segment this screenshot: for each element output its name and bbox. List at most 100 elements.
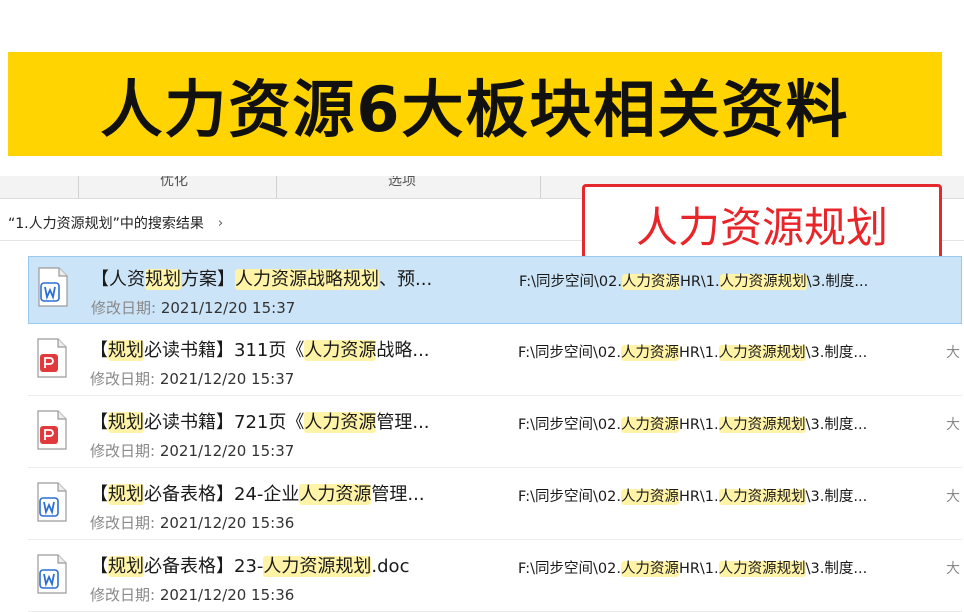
file-name[interactable]: 【规划必读书籍】721页《人力资源管理... bbox=[90, 408, 500, 434]
list-item[interactable]: 【规划必备表格】24-企业人力资源管理... 修改日期: 2021/12/20 1… bbox=[28, 472, 962, 540]
truncated-column: 大 bbox=[946, 345, 960, 361]
file-path: F:\同步空间\02.人力资源HR\1.人力资源规划\3.制度... bbox=[518, 341, 938, 362]
search-highlight: 人力资源 bbox=[235, 269, 307, 290]
modified-date-value: 2021/12/20 15:36 bbox=[159, 586, 295, 604]
search-highlight: 人力资源 bbox=[620, 345, 679, 361]
list-item[interactable]: 【规划必读书籍】721页《人力资源管理... 修改日期: 2021/12/20 1… bbox=[28, 400, 962, 468]
modified-date-value: 2021/12/20 15:37 bbox=[159, 370, 295, 388]
modified-date-value: 2021/12/20 15:37 bbox=[160, 299, 296, 317]
text-fragment: F:\同步空间\02. bbox=[519, 274, 622, 290]
text-fragment: \3.制度... bbox=[805, 345, 868, 361]
text-fragment: F:\同步空间\02. bbox=[518, 417, 621, 433]
text-fragment: \3.制度... bbox=[805, 417, 868, 433]
text-fragment: \3.制度... bbox=[805, 561, 868, 577]
callout-box: 人力资源规划 bbox=[582, 184, 942, 264]
text-fragment: HR\1. bbox=[678, 345, 719, 361]
modified-date: 修改日期: 2021/12/20 15:37 bbox=[91, 297, 295, 318]
ribbon-separator bbox=[276, 176, 277, 198]
callout-text: 人力资源规划 bbox=[635, 202, 888, 252]
search-highlight: 战略 bbox=[307, 269, 343, 290]
search-highlight: 规划 bbox=[108, 556, 144, 577]
file-path: F:\同步空间\02.人力资源HR\1.人力资源规划\3.制度... bbox=[518, 485, 938, 506]
text-fragment: .doc bbox=[371, 556, 410, 577]
text-fragment: HR\1. bbox=[678, 561, 719, 577]
search-highlight: 人力资源规划 bbox=[718, 561, 806, 577]
file-path: F:\同步空间\02.人力资源HR\1.人力资源规划\3.制度... bbox=[518, 557, 938, 578]
text-fragment: 必备表格】23- bbox=[144, 556, 264, 577]
title-banner: 人力资源6大板块相关资料 bbox=[8, 52, 942, 156]
text-fragment: 【 bbox=[90, 484, 108, 505]
modified-date-label: 修改日期: bbox=[90, 370, 160, 388]
text-fragment: F:\同步空间\02. bbox=[518, 561, 621, 577]
text-fragment: HR\1. bbox=[678, 489, 719, 505]
truncated-column: 大 bbox=[946, 489, 960, 505]
search-highlight: 规划 bbox=[108, 340, 144, 361]
search-highlight: 人力资源 bbox=[304, 412, 377, 433]
ribbon-separator bbox=[78, 176, 79, 198]
text-fragment: \3.制度... bbox=[805, 489, 868, 505]
word-doc-icon bbox=[36, 554, 68, 594]
text-fragment: HR\1. bbox=[679, 274, 720, 290]
list-item[interactable]: 【规划必读书籍】311页《人力资源战略... 修改日期: 2021/12/20 1… bbox=[28, 328, 962, 396]
truncated-column: 大 bbox=[946, 561, 960, 577]
text-fragment: 【人资 bbox=[91, 269, 145, 290]
text-fragment: 【 bbox=[90, 340, 108, 361]
text-fragment: 必读书籍】721页《 bbox=[144, 412, 305, 433]
ribbon-separator bbox=[540, 176, 541, 198]
text-fragment: 管理... bbox=[371, 484, 425, 505]
text-fragment: 必读书籍】311页《 bbox=[144, 340, 305, 361]
search-highlight: 人力资源 bbox=[304, 340, 377, 361]
file-name[interactable]: 【规划必备表格】24-企业人力资源管理... bbox=[90, 480, 500, 506]
modified-date: 修改日期: 2021/12/20 15:37 bbox=[90, 368, 294, 389]
modified-date-value: 2021/12/20 15:36 bbox=[159, 514, 295, 532]
modified-date-label: 修改日期: bbox=[90, 586, 160, 604]
file-name[interactable]: 【规划必备表格】23-人力资源规划.doc bbox=[90, 552, 500, 578]
modified-date: 修改日期: 2021/12/20 15:36 bbox=[90, 512, 294, 533]
search-highlight: 人力资源 bbox=[620, 417, 679, 433]
text-fragment: 必备表格】24-企业 bbox=[144, 484, 300, 505]
text-fragment: F:\同步空间\02. bbox=[518, 489, 621, 505]
search-highlight: 人力资源 bbox=[620, 489, 679, 505]
modified-date-label: 修改日期: bbox=[90, 514, 160, 532]
ribbon-tab-options[interactable]: 选项 bbox=[388, 176, 416, 190]
search-highlight: 人力资源规划 bbox=[718, 345, 806, 361]
truncated-column: 大 bbox=[946, 417, 960, 433]
text-fragment: 管理... bbox=[376, 412, 430, 433]
text-fragment: \3.制度... bbox=[806, 274, 869, 290]
text-fragment: 方案】 bbox=[181, 269, 235, 290]
search-highlight: 人力资源 bbox=[299, 484, 372, 505]
modified-date-value: 2021/12/20 15:37 bbox=[159, 442, 295, 460]
search-highlight: 人力资源规划 bbox=[718, 489, 806, 505]
list-item[interactable]: 【人资规划方案】人力资源战略规划、预... 修改日期: 2021/12/20 15… bbox=[28, 256, 962, 324]
search-highlight: 人力资源 bbox=[621, 274, 680, 290]
text-fragment: 【 bbox=[90, 556, 108, 577]
search-highlight: 规划 bbox=[108, 412, 144, 433]
search-highlight: 规划 bbox=[343, 269, 379, 290]
banner-title: 人力资源6大板块相关资料 bbox=[100, 73, 850, 146]
file-name[interactable]: 【规划必读书籍】311页《人力资源战略... bbox=[90, 336, 500, 362]
text-fragment: HR\1. bbox=[678, 417, 719, 433]
modified-date: 修改日期: 2021/12/20 15:37 bbox=[90, 440, 294, 461]
file-path: F:\同步空间\02.人力资源HR\1.人力资源规划\3.制度... bbox=[518, 413, 938, 434]
ribbon-tab-optimize[interactable]: 优化 bbox=[160, 176, 188, 190]
word-doc-icon bbox=[36, 482, 68, 522]
pdf-doc-icon bbox=[36, 338, 68, 378]
file-name[interactable]: 【人资规划方案】人力资源战略规划、预... bbox=[91, 265, 501, 291]
search-highlight: 规划 bbox=[108, 484, 144, 505]
text-fragment: 战略... bbox=[376, 340, 430, 361]
file-path: F:\同步空间\02.人力资源HR\1.人力资源规划\3.制度... bbox=[519, 270, 939, 291]
text-fragment: 、预... bbox=[379, 269, 433, 290]
text-fragment: F:\同步空间\02. bbox=[518, 345, 621, 361]
text-fragment: 【 bbox=[90, 412, 108, 433]
modified-date-label: 修改日期: bbox=[91, 299, 161, 317]
search-highlight: 人力资源规划 bbox=[263, 556, 372, 577]
breadcrumb-search-results[interactable]: “1.人力资源规划”中的搜索结果 bbox=[0, 213, 204, 233]
modified-date-label: 修改日期: bbox=[90, 442, 160, 460]
word-doc-icon bbox=[37, 267, 69, 307]
search-highlight: 规划 bbox=[145, 269, 181, 290]
search-highlight: 人力资源规划 bbox=[718, 417, 806, 433]
chevron-right-icon[interactable]: › bbox=[218, 216, 223, 231]
search-highlight: 人力资源 bbox=[620, 561, 679, 577]
pdf-doc-icon bbox=[36, 410, 68, 450]
search-highlight: 人力资源规划 bbox=[719, 274, 807, 290]
